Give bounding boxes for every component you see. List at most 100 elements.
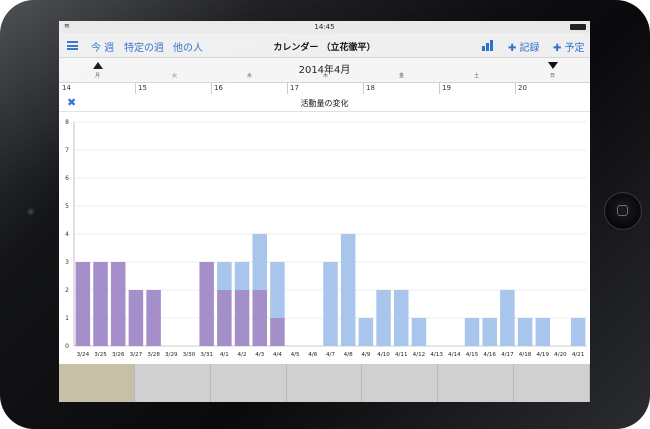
y-tick-label: 7: [65, 147, 69, 154]
bar: [199, 262, 214, 346]
status-time: 14:45: [314, 23, 335, 31]
x-tick-label: 4/1: [220, 352, 229, 358]
chart-icon[interactable]: [482, 39, 494, 51]
bottom-tab[interactable]: [514, 364, 590, 402]
x-tick-label: 4/13: [430, 352, 443, 358]
weekday-label: 日: [550, 73, 556, 79]
date-cell[interactable]: 18: [366, 84, 375, 92]
bar: [411, 318, 427, 346]
date-cell[interactable]: 20: [518, 84, 527, 92]
plan-button[interactable]: ✚ 予定: [553, 39, 585, 54]
home-button[interactable]: [604, 192, 642, 230]
navigation-bar: 今 週 特定の週 他の人 カレンダー （立花徹平） ✚ 記録 ✚ 予定: [59, 33, 590, 58]
x-tick-label: 4/6: [308, 352, 317, 358]
bar: [376, 290, 391, 346]
date-cell[interactable]: 14: [62, 84, 71, 92]
x-tick-label: 4/5: [291, 352, 300, 358]
bar: [110, 262, 126, 346]
bar: [517, 318, 533, 346]
bar: [340, 234, 356, 346]
x-tick-label: 4/8: [344, 352, 353, 358]
popup-header: ✖ 活動量の変化: [59, 94, 590, 112]
weekday-label: 金: [399, 73, 405, 79]
bottom-tab[interactable]: [438, 364, 515, 402]
month-header: 2014年4月 月 火 水 木 金 土 日: [59, 58, 590, 83]
x-tick-label: 4/14: [448, 352, 461, 358]
bar: [358, 318, 374, 346]
x-tick-label: 4/9: [361, 352, 370, 358]
popup-title: 活動量の変化: [300, 99, 349, 108]
x-tick-label: 3/25: [94, 352, 107, 358]
bar: [323, 262, 338, 346]
y-tick-label: 6: [65, 175, 69, 182]
x-tick-label: 4/2: [238, 352, 247, 358]
bar: [270, 262, 285, 318]
bar: [482, 318, 497, 346]
record-button[interactable]: ✚ 記録: [508, 39, 540, 54]
x-tick-label: 4/16: [483, 352, 496, 358]
screen: ≋ 14:45 今 週 特定の週 他の人 カレンダー （立花徹平） ✚ 記録 ✚…: [59, 21, 590, 402]
bottom-tab[interactable]: [59, 364, 135, 402]
bar: [234, 262, 250, 290]
bottom-tab[interactable]: [286, 364, 363, 402]
x-tick-label: 3/29: [165, 352, 178, 358]
bottom-tab[interactable]: [210, 364, 287, 402]
bar: [93, 262, 108, 346]
weekday-label: 水: [247, 73, 253, 79]
date-cell[interactable]: 15: [138, 84, 147, 92]
bottom-tab[interactable]: [362, 364, 439, 402]
x-tick-label: 4/17: [501, 352, 514, 358]
x-tick-label: 4/4: [273, 352, 282, 358]
x-tick-label: 3/26: [112, 352, 125, 358]
x-tick-label: 4/18: [519, 352, 532, 358]
y-tick-label: 3: [65, 259, 69, 266]
x-tick-label: 4/10: [377, 352, 390, 358]
bottom-tab[interactable]: [134, 364, 211, 402]
y-tick-label: 1: [65, 315, 69, 322]
tablet-frame: ≋ 14:45 今 週 特定の週 他の人 カレンダー （立花徹平） ✚ 記録 ✚…: [0, 0, 650, 429]
y-tick-label: 5: [65, 203, 69, 210]
x-tick-label: 4/12: [413, 352, 426, 358]
activity-chart: 0 1 2 3 4 5 6 7 8 3/24 3/25 3/26 3/27 3/28 3/29 3/30 3/3…: [65, 119, 587, 358]
bar: [217, 262, 232, 290]
x-tick-label: 3/24: [77, 352, 90, 358]
bar: [500, 290, 515, 346]
weekday-label: 木: [323, 73, 329, 79]
camera: [27, 208, 36, 217]
bar: [394, 290, 409, 346]
bar: [146, 290, 161, 346]
x-tick-label: 3/27: [130, 352, 143, 358]
bar: [75, 262, 91, 346]
x-tick-label: 4/11: [395, 352, 408, 358]
x-tick-label: 4/20: [554, 352, 567, 358]
activity-popup: ✖ 活動量の変化 0 1 2 3 4 5 6 7 8 3/24 3/25 3/26 3/27 3/28 3/…: [59, 94, 590, 364]
bar: [252, 234, 267, 290]
y-tick-label: 0: [65, 343, 69, 350]
y-tick-label: 2: [65, 287, 69, 294]
x-tick-label: 3/28: [147, 352, 160, 358]
weekday-label: 月: [95, 73, 101, 79]
date-cell[interactable]: 16: [214, 84, 223, 92]
y-tick-label: 4: [65, 231, 69, 238]
x-tick-label: 4/15: [466, 352, 479, 358]
next-arrow-icon[interactable]: [548, 62, 558, 69]
weekday-label: 土: [474, 73, 480, 79]
bar: [464, 318, 480, 346]
bar: [570, 318, 586, 346]
bottom-tab-strip: [59, 364, 590, 402]
bar: [234, 290, 250, 346]
y-tick-label: 8: [65, 119, 69, 126]
bar: [252, 290, 267, 346]
battery-icon: [570, 24, 586, 30]
x-tick-label: 4/19: [536, 352, 549, 358]
bar: [217, 290, 232, 346]
date-cell[interactable]: 17: [290, 84, 299, 92]
date-cell[interactable]: 19: [442, 84, 451, 92]
bar: [270, 318, 285, 346]
x-tick-label: 3/31: [200, 352, 213, 358]
x-tick-label: 4/21: [572, 352, 585, 358]
bar: [535, 318, 551, 346]
weekday-label: 火: [172, 73, 178, 79]
x-tick-label: 3/30: [183, 352, 196, 358]
x-tick-label: 4/3: [255, 352, 264, 358]
